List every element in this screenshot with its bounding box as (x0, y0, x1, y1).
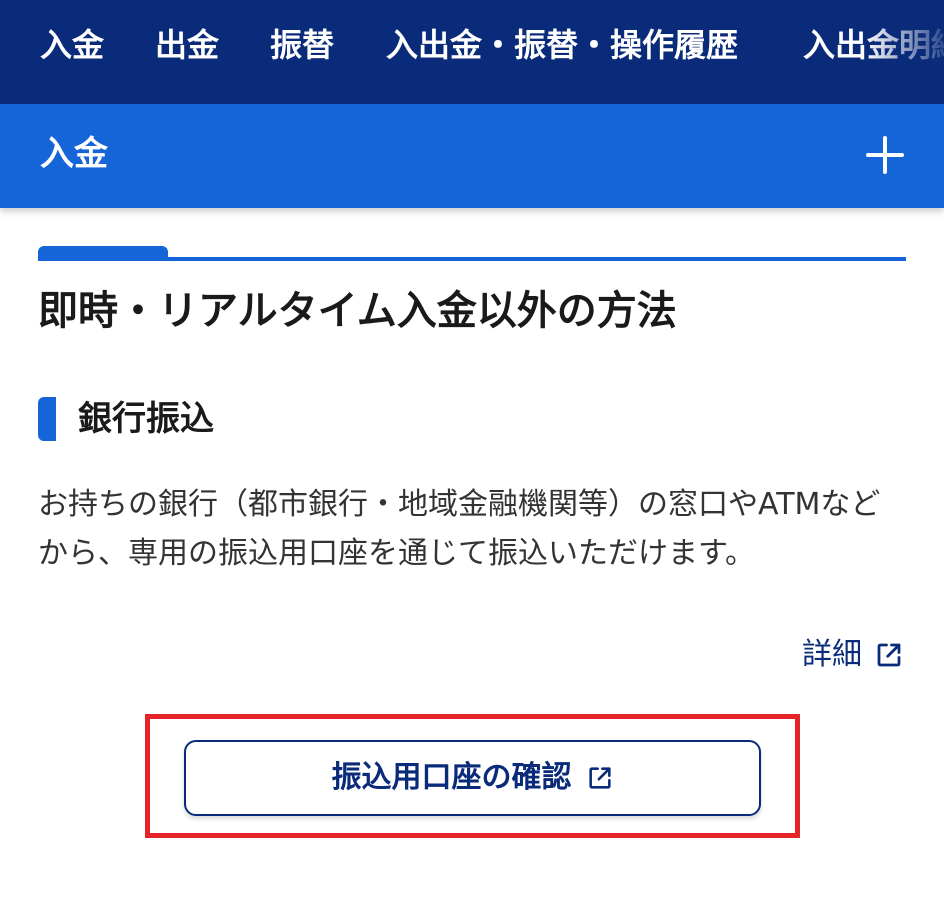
accordion-title: 入金 (40, 134, 108, 174)
deposit-accordion-header[interactable]: 入金 (0, 104, 944, 208)
nav-item-transfer[interactable]: 振替 (270, 22, 334, 68)
section-divider (38, 257, 906, 261)
bank-transfer-description: お持ちの銀行（都市銀行・地域金融機関等）の窓口やATMなどから、専用の振込用口座… (38, 487, 881, 571)
detail-link-label: 詳細 (802, 637, 862, 672)
nav-item-deposit[interactable]: 入金 (40, 22, 104, 68)
section-heading: 即時・リアルタイム入金以外の方法 (38, 288, 677, 334)
external-link-icon (877, 643, 901, 667)
confirm-button-label: 振込用口座の確認 (331, 760, 572, 795)
bank-transfer-heading: 銀行振込 (78, 399, 214, 439)
top-navigation: 入金 出金 振替 入出金・振替・操作履歴 入出金明細 (0, 0, 944, 104)
confirm-transfer-account-button[interactable]: 振込用口座の確認 (184, 740, 761, 816)
nav-item-statement[interactable]: 入出金明細 (803, 22, 944, 68)
nav-item-history[interactable]: 入出金・振替・操作履歴 (386, 22, 738, 68)
detail-link[interactable]: 詳細 (802, 632, 904, 678)
external-link-icon (588, 767, 611, 789)
nav-item-withdrawal[interactable]: 出金 (155, 22, 219, 68)
plus-icon[interactable] (866, 136, 904, 174)
subheading-marker (38, 397, 56, 441)
